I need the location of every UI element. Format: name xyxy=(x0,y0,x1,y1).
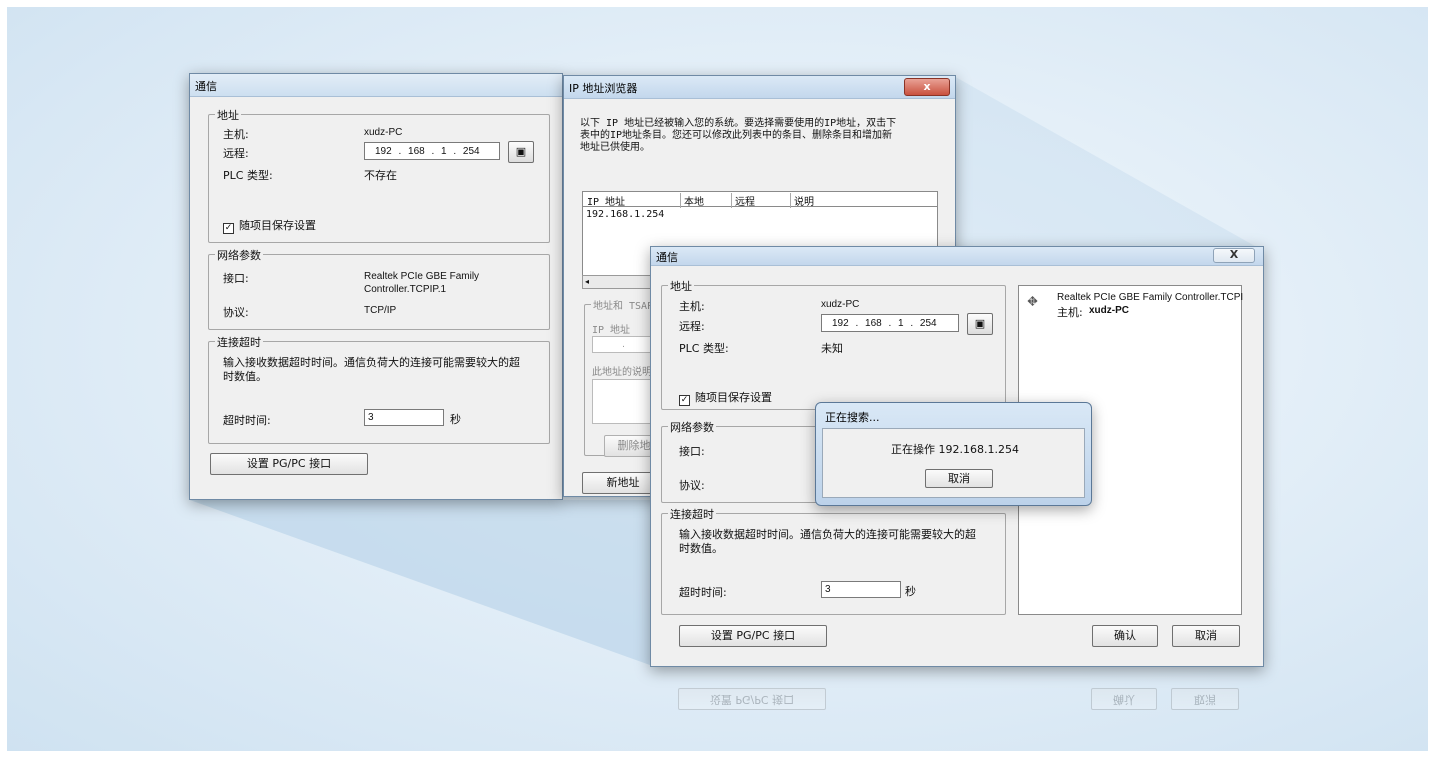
checkbox-label: 随项目保存设置 xyxy=(239,219,316,232)
search-cancel-button[interactable]: 取消 xyxy=(925,469,993,488)
timeout-unit: 秒 xyxy=(905,585,916,598)
remote-ip-field[interactable]: 192 . 168 . 1 . 254 xyxy=(821,314,959,332)
timeout-input[interactable]: 3 xyxy=(364,409,444,426)
dialog-title: 正在搜索... xyxy=(825,411,880,424)
host-label: 主机: xyxy=(679,300,705,313)
reflection: 设置 PG/PC 接口 确认 取消 xyxy=(678,686,1268,710)
close-icon[interactable]: X xyxy=(1213,248,1255,263)
host-value: xudz-PC xyxy=(364,127,403,138)
window-title: 通信 xyxy=(195,80,217,93)
reflected-ok-button: 确认 xyxy=(1091,688,1157,710)
column-desc[interactable]: 说明 xyxy=(790,193,814,208)
timeout-description-line1: 输入接收数据超时时间。通信负荷大的连接可能需要较大的超 xyxy=(223,356,520,369)
window-title: IP 地址浏览器 xyxy=(569,82,638,95)
list-header: IP 地址 本地 远程 说明 xyxy=(583,192,937,208)
window-title: 通信 xyxy=(656,251,678,264)
column-remote[interactable]: 远程 xyxy=(731,193,755,208)
timeout-unit: 秒 xyxy=(450,413,461,426)
interface-label: 接口: xyxy=(679,445,705,458)
interface-value-line2: Controller.TCPIP.1 xyxy=(364,284,447,295)
address-book-icon[interactable]: ▣ xyxy=(967,313,993,335)
timeout-input[interactable]: 3 xyxy=(821,581,901,598)
protocol-value: TCP/IP xyxy=(364,305,397,316)
plc-type-label: PLC 类型: xyxy=(679,342,729,355)
plc-type-value: 不存在 xyxy=(364,169,397,182)
title-bar: 通信 X xyxy=(651,247,1263,266)
close-icon[interactable]: x xyxy=(904,78,950,96)
searching-dialog: 正在搜索... 正在操作 192.168.1.254 取消 xyxy=(815,402,1092,506)
column-local[interactable]: 本地 xyxy=(680,193,704,208)
interface-label: 接口: xyxy=(223,272,249,285)
title-bar: IP 地址浏览器 x xyxy=(564,76,955,99)
tree-host-value: xudz-PC xyxy=(1089,305,1129,316)
group-title: 连接超时 xyxy=(668,506,716,522)
description-line3: 地址已供使用。 xyxy=(580,142,650,153)
check-icon: ✓ xyxy=(679,395,690,406)
reflected-cancel-button: 取消 xyxy=(1171,688,1239,710)
check-icon: ✓ xyxy=(223,223,234,234)
cancel-button[interactable]: 取消 xyxy=(1172,625,1240,647)
protocol-label: 协议: xyxy=(679,479,705,492)
protocol-label: 协议: xyxy=(223,306,249,319)
address-book-icon[interactable]: ▣ xyxy=(508,141,534,163)
group-title: 网络参数 xyxy=(215,247,263,263)
set-pgpc-interface-button[interactable]: 设置 PG/PC 接口 xyxy=(679,625,827,647)
host-label: 主机: xyxy=(223,128,249,141)
network-card-icon: ⛖ xyxy=(1027,294,1039,310)
checkbox-label: 随项目保存设置 xyxy=(695,391,772,404)
status-message: 正在操作 192.168.1.254 xyxy=(891,443,1019,456)
address-desc-input[interactable] xyxy=(592,379,652,424)
ip-address-input[interactable]: . xyxy=(592,336,652,353)
host-value: xudz-PC xyxy=(821,299,860,310)
tree-host-label: 主机: xyxy=(1057,306,1083,319)
remote-ip-field[interactable]: 192 . 168 . 1 . 254 xyxy=(364,142,500,160)
set-pgpc-interface-button[interactable]: 设置 PG/PC 接口 xyxy=(210,453,368,475)
interface-value-line1: Realtek PCIe GBE Family xyxy=(364,271,480,282)
title-bar: 通信 xyxy=(190,74,562,97)
timeout-label: 超时时间: xyxy=(223,414,271,427)
table-row[interactable]: 192.168.1.254 xyxy=(586,209,664,220)
timeout-description-line2: 时数值。 xyxy=(679,542,723,555)
group-title: 地址和 TSAP xyxy=(591,297,656,312)
timeout-description-line1: 输入接收数据超时时间。通信负荷大的连接可能需要较大的超 xyxy=(679,528,976,541)
ok-button[interactable]: 确认 xyxy=(1092,625,1158,647)
communication-window-back: 通信 地址 主机: xudz-PC 远程: 192 . 168 . 1 . 25… xyxy=(189,73,563,500)
group-title: 网络参数 xyxy=(668,419,716,435)
reflected-pgpc-button: 设置 PG/PC 接口 xyxy=(678,688,826,710)
save-settings-checkbox[interactable]: ✓ 随项目保存设置 xyxy=(223,217,316,234)
dialog-body: 正在操作 192.168.1.254 取消 xyxy=(822,428,1085,498)
tree-item-label[interactable]: Realtek PCIe GBE Family Controller.TCPI xyxy=(1057,292,1243,303)
address-desc-label: 此地址的说明 xyxy=(592,367,652,378)
save-settings-checkbox[interactable]: ✓ 随项目保存设置 xyxy=(679,389,772,406)
remote-label: 远程: xyxy=(223,147,249,160)
group-title: 连接超时 xyxy=(215,334,263,350)
plc-type-label: PLC 类型: xyxy=(223,169,273,182)
horizontal-scrollbar[interactable]: ◂ xyxy=(582,275,656,289)
remote-label: 远程: xyxy=(679,320,705,333)
timeout-description-line2: 时数值。 xyxy=(223,370,267,383)
ip-address-label: IP 地址 xyxy=(592,325,631,336)
timeout-label: 超时时间: xyxy=(679,586,727,599)
column-ip[interactable]: IP 地址 xyxy=(587,193,625,208)
group-title: 地址 xyxy=(215,107,241,123)
plc-type-value: 未知 xyxy=(821,342,843,355)
group-title: 地址 xyxy=(668,278,694,294)
